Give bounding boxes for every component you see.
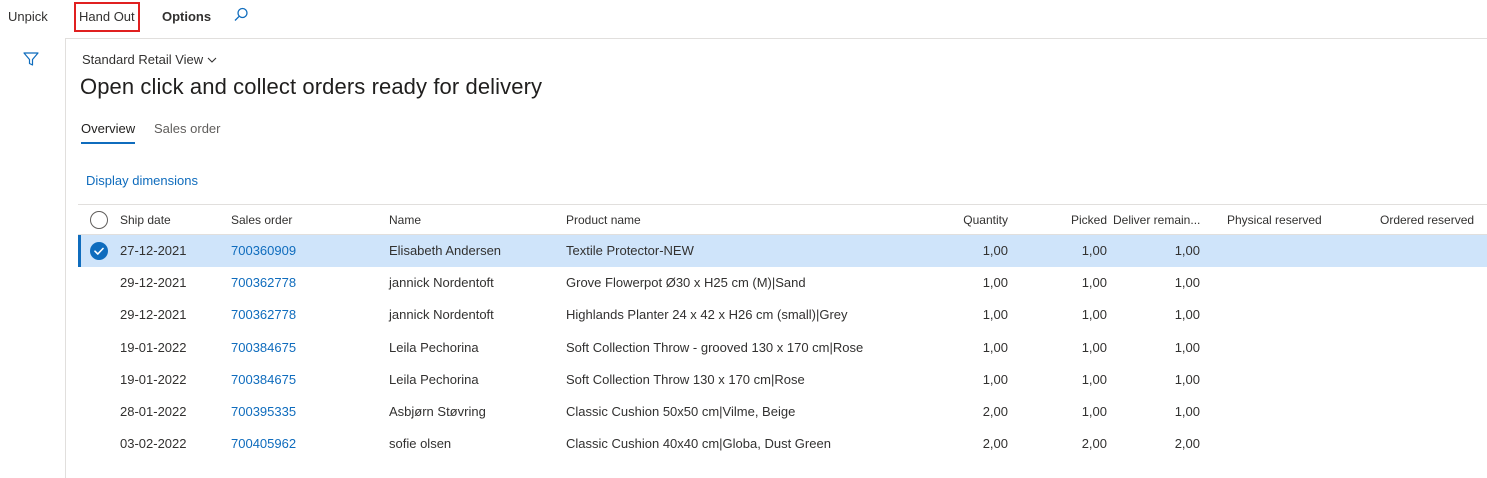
selection-indicator [78,235,81,268]
options-button[interactable]: Options [158,4,215,30]
table-row[interactable]: 29-12-2021 700362778 jannick Nordentoft Hig… [78,299,1487,331]
cell-ship-date: 29-12-2021 [120,275,187,291]
cell-picked: 1,00 [1081,307,1107,323]
filter-icon[interactable] [22,50,40,68]
cell-product-name: Soft Collection Throw - grooved 130 x 17… [566,339,864,355]
cell-ship-date: 19-01-2022 [120,371,187,387]
table-row[interactable]: 03-02-2022 700405962 sofie olsen Classic Cu… [78,428,1487,460]
column-header-quantity[interactable]: Quantity [938,205,1008,235]
tab-sales-order[interactable]: Sales order [154,121,220,136]
cell-quantity: 1,00 [982,371,1008,387]
display-dimensions-link[interactable]: Display dimensions [86,173,198,188]
left-rail [0,38,66,478]
cell-name: Elisabeth Andersen [389,243,502,258]
cell-quantity: 1,00 [982,307,1008,323]
cell-picked: 2,00 [1081,436,1107,452]
table-row[interactable]: 19-01-2022 700384675 Leila Pechorina Soft C… [78,332,1487,364]
cell-product-name: Classic Cushion 40x40 cm|Globa, Dust Gre… [566,436,831,452]
cell-picked: 1,00 [1081,339,1107,355]
cell-quantity: 1,00 [982,339,1008,355]
chevron-down-icon [207,57,217,63]
row-checkbox-checked[interactable] [90,242,108,260]
cell-deliver-remainder: 1,00 [1174,275,1200,291]
column-header-ship-date[interactable]: Ship date [120,205,171,235]
column-header-picked[interactable]: Picked [1038,205,1107,235]
cell-name: Asbjørn Støvring [389,403,486,419]
checkmark-icon [94,247,104,255]
column-header-physical-reserved[interactable]: Physical reserved [1227,205,1322,235]
cell-picked: 1,00 [1081,243,1107,258]
cell-product-name: Textile Protector-NEW [566,243,694,258]
cell-sales-order: 700384675 [231,339,297,355]
divider [66,38,1487,39]
unpick-button[interactable]: Unpick [4,4,52,30]
column-header-sales-order[interactable]: Sales order [231,205,292,235]
cell-picked: 1,00 [1081,371,1107,387]
cell-sales-order: 700405962 [231,436,297,452]
column-header-deliver-remainder[interactable]: Deliver remain... [1113,205,1200,235]
column-header-product-name[interactable]: Product name [566,205,641,235]
cell-product-name: Soft Collection Throw 130 x 170 cm|Rose [566,371,805,387]
table-row[interactable]: 19-01-2022 700384675 Leila Pechorina Soft C… [78,364,1487,396]
cell-name: Leila Pechorina [389,339,479,355]
cell-name: jannick Nordentoft [389,275,494,291]
cell-sales-order: 700362778 [231,307,297,323]
hand-out-button[interactable]: Hand Out [74,2,140,32]
cell-sales-order: 700395335 [231,403,297,419]
cell-quantity: 1,00 [982,243,1008,258]
cell-sales-order: 700362778 [231,275,297,291]
cell-deliver-remainder: 1,00 [1174,339,1200,355]
cell-product-name: Highlands Planter 24 x 42 x H26 cm (smal… [566,307,848,323]
cell-name: Leila Pechorina [389,371,479,387]
cell-ship-date: 03-02-2022 [120,436,187,452]
cell-deliver-remainder: 1,00 [1174,371,1200,387]
view-name: Standard Retail View [82,52,204,67]
orders-grid: Ship date Sales order Name Product name … [78,204,1487,460]
view-selector[interactable]: Standard Retail View [82,52,217,67]
page-title: Open click and collect orders ready for … [80,74,543,99]
cell-name: sofie olsen [389,436,452,452]
tab-overview[interactable]: Overview [81,121,136,144]
column-header-name[interactable]: Name [389,205,421,235]
cell-sales-order[interactable]: 700360909 [231,235,296,267]
cell-deliver-remainder: 1,00 [1174,243,1200,258]
table-row[interactable]: 27-12-2021 700360909 Elisabeth Andersen Tex… [78,235,1487,268]
cell-deliver-remainder: 2,00 [1174,436,1200,452]
cell-quantity: 2,00 [982,436,1008,452]
action-bar: Unpick Hand Out Options [0,0,1487,38]
cell-quantity: 1,00 [982,275,1008,291]
cell-picked: 1,00 [1081,275,1107,291]
table-row[interactable]: 28-01-2022 700395335 Asbjørn Støvring Class… [78,396,1487,428]
cell-product-name: Grove Flowerpot Ø30 x H25 cm (M)|Sand [566,275,806,291]
cell-product-name: Classic Cushion 50x50 cm|Vilme, Beige [566,403,796,419]
cell-picked: 1,00 [1081,403,1107,419]
table-row[interactable]: 29-12-2021 700362778 jannick Nordentoft Gro… [78,267,1487,299]
cell-ship-date: 29-12-2021 [120,307,187,323]
search-icon[interactable] [232,6,250,24]
cell-deliver-remainder: 1,00 [1174,403,1200,419]
cell-name: jannick Nordentoft [389,307,494,323]
cell-ship-date: 28-01-2022 [120,403,187,419]
select-all-checkbox[interactable] [90,211,108,229]
cell-ship-date: 19-01-2022 [120,339,187,355]
cell-quantity: 2,00 [982,403,1008,419]
cell-sales-order: 700384675 [231,371,297,387]
grid-body: 27-12-2021 700360909 Elisabeth Andersen Tex… [78,235,1487,460]
cell-deliver-remainder: 1,00 [1174,307,1200,323]
cell-ship-date: 27-12-2021 [120,243,187,258]
grid-header: Ship date Sales order Name Product name … [78,204,1487,235]
column-header-ordered-reserved[interactable]: Ordered reserved [1380,205,1474,235]
